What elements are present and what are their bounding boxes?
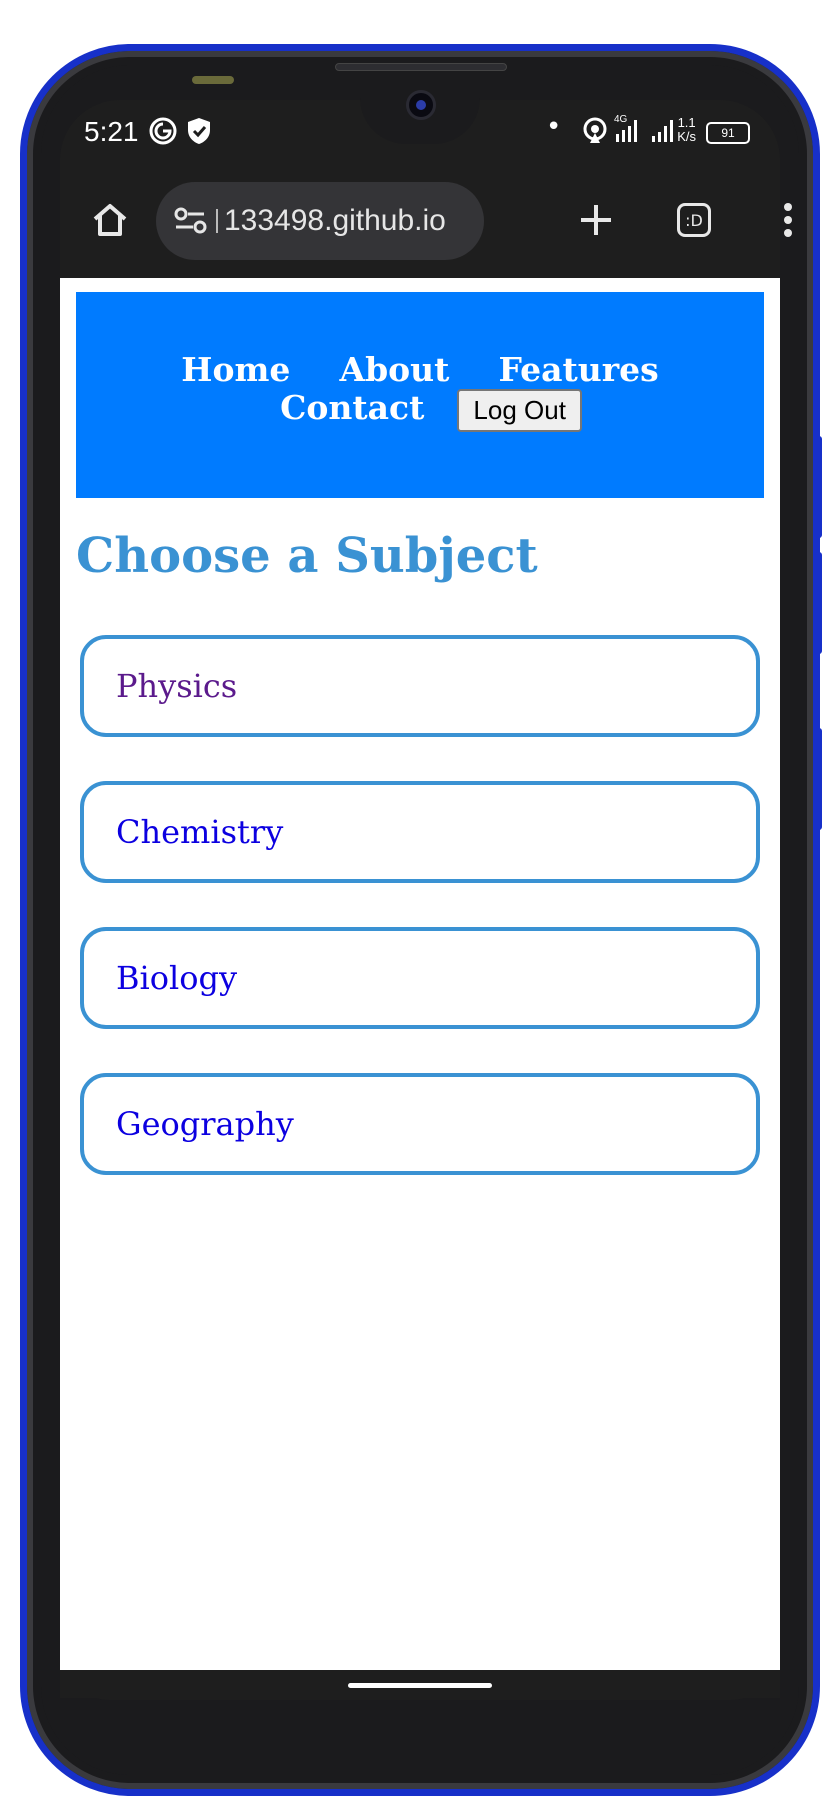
more-vertical-icon [784,203,792,237]
network-speed-unit: K/s [677,129,696,144]
tab-count-icon: :D [677,203,711,237]
subject-label: Physics [116,667,238,705]
home-gesture-bar[interactable] [348,1683,492,1688]
earpiece-speaker [335,63,507,71]
home-button[interactable] [82,192,138,248]
shield-icon [186,116,212,153]
signal-strength-icon [650,112,680,153]
address-bar[interactable]: 133498.github.io [156,182,484,260]
network-speed-value: 1.1 [677,115,696,130]
volume-up-button [814,436,822,538]
svg-text:4G: 4G [614,114,628,125]
url-text: 133498.github.io [224,204,446,237]
site-settings-icon[interactable] [174,206,208,236]
notification-dot-icon: • [546,112,562,142]
subject-card-biology[interactable]: Biology [80,927,760,1029]
tab-switcher-button[interactable]: :D [666,192,722,248]
status-bar: 5:21 • 4G 1.1 K/s 91 [60,110,780,156]
status-time: 5:21 [84,116,139,147]
logout-button[interactable]: Log Out [457,389,582,432]
power-button [814,728,822,830]
site-navbar: Home About Features Contact Log Out [76,292,764,498]
subject-card-chemistry[interactable]: Chemistry [80,781,760,883]
volume-down-button [814,552,822,654]
page-title: Choose a Subject [76,528,538,584]
url-caret [216,209,218,233]
browser-toolbar: 133498.github.io :D [60,170,792,270]
nav-link-features[interactable]: Features [499,350,659,389]
nav-row-1: Home About Features [76,350,764,389]
nav-link-contact[interactable]: Contact [280,388,424,427]
plus-icon [581,205,611,235]
nav-link-about[interactable]: About [339,350,449,389]
mobile-signal-4g-icon: 4G [614,112,644,153]
hotspot-icon [582,116,608,153]
subject-label: Geography [116,1105,294,1143]
network-speed: 1.1 K/s [677,116,696,144]
overflow-menu-button[interactable] [760,192,816,248]
subject-card-physics[interactable]: Physics [80,635,760,737]
battery-icon: 91 [706,122,750,144]
web-page: Home About Features Contact Log Out Choo… [60,278,780,1670]
subject-card-geography[interactable]: Geography [80,1073,760,1175]
home-icon [93,204,127,236]
nav-row-2: Contact Log Out [76,388,764,436]
sync-icon [148,116,178,153]
nav-link-home[interactable]: Home [181,350,290,389]
proximity-sensor [192,76,234,84]
subject-label: Chemistry [116,813,284,851]
new-tab-button[interactable] [568,192,624,248]
subject-label: Biology [116,959,238,997]
